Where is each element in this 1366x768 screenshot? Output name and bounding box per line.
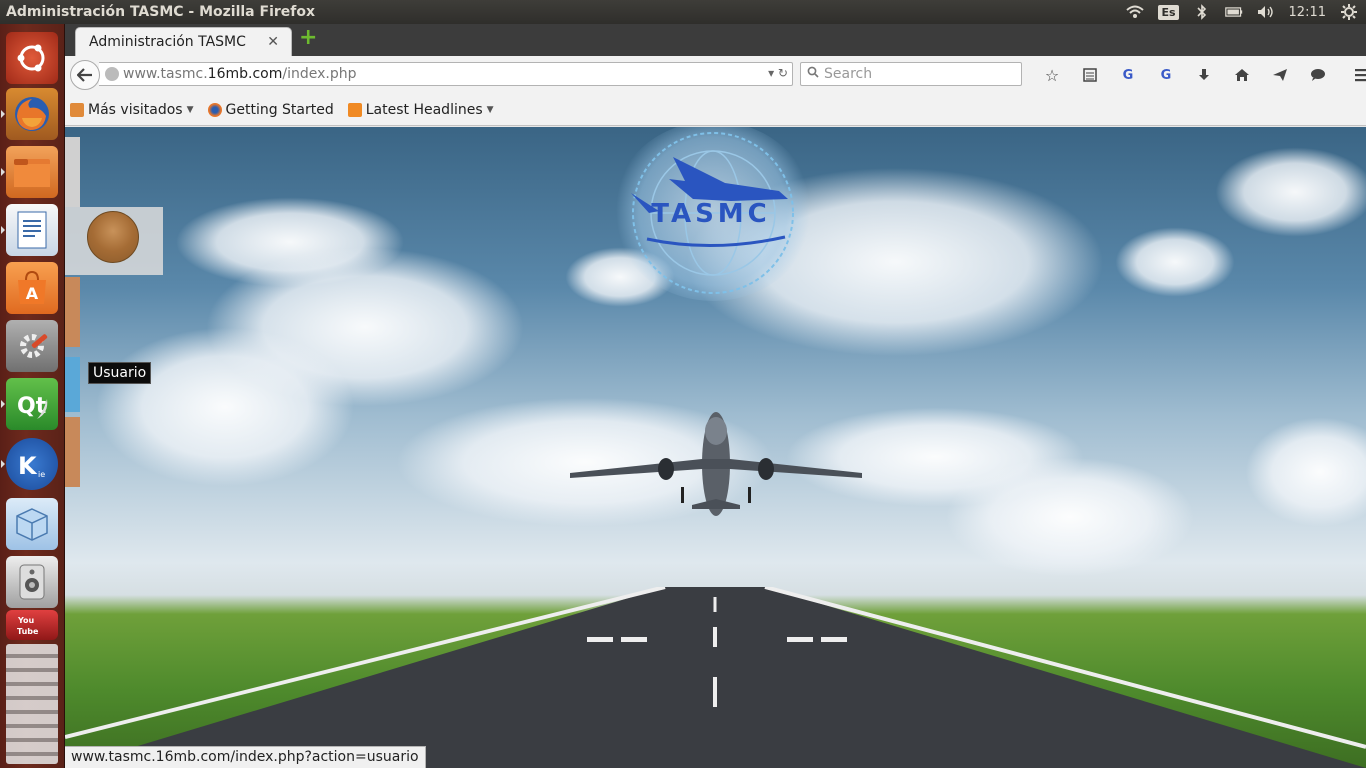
cloud: [95, 327, 355, 487]
svg-text:A: A: [26, 284, 39, 303]
bookmark-star-icon[interactable]: ☆: [1033, 62, 1071, 88]
bookmark-label: Getting Started: [225, 101, 334, 118]
settings-gear-icon[interactable]: [1340, 4, 1358, 20]
libreoffice-writer-icon[interactable]: [1, 204, 58, 256]
url-host-domain: 16mb.com: [207, 66, 283, 82]
bookmark-getting-started[interactable]: Getting Started: [207, 101, 334, 118]
folder-icon: [70, 102, 84, 117]
firefox-small-icon: [207, 102, 222, 117]
send-arrow-icon[interactable]: [1261, 62, 1299, 88]
svg-text:Tube: Tube: [17, 627, 39, 636]
komodo-edit-icon[interactable]: Kie: [1, 438, 58, 490]
indicator-area: Es 12:11: [1126, 0, 1358, 24]
user-menu-card[interactable]: [65, 207, 163, 275]
battery-icon[interactable]: [1224, 4, 1243, 20]
search-icon: [807, 66, 819, 82]
system-settings-icon[interactable]: [6, 320, 58, 372]
side-tab: [65, 417, 80, 487]
menu-hamburger-icon[interactable]: [1345, 62, 1366, 88]
home-icon[interactable]: [1223, 62, 1261, 88]
keyboard-layout-indicator[interactable]: Es: [1158, 4, 1179, 20]
top-panel: Administración TASMC - Mozilla Firefox E…: [0, 0, 1366, 24]
airplane: [570, 412, 862, 516]
search-placeholder: Search: [824, 66, 873, 82]
user-tooltip: Usuario: [88, 362, 152, 384]
files-icon[interactable]: [1, 146, 58, 198]
speaker-icon[interactable]: [6, 556, 58, 608]
google-translate-icon[interactable]: G: [1147, 62, 1185, 88]
dropdown-caret-icon: ▼: [186, 104, 194, 115]
runway: [65, 587, 1366, 768]
navigation-toolbar: www.tasmc. 16mb.com/index.php ▾ ↻ Search …: [65, 56, 1366, 94]
tab-administracion[interactable]: Administración TASMC ✕: [75, 27, 292, 56]
logo-text: TASMC: [651, 199, 771, 229]
url-dropdown-reload-icons[interactable]: ▾ ↻: [768, 66, 788, 80]
rss-feed-icon: [347, 102, 362, 117]
qt-creator-icon[interactable]: Qt: [1, 378, 58, 430]
tab-label: Administración TASMC: [89, 34, 246, 50]
page-side-tabs: [65, 127, 80, 487]
bookmarks-menu-icon[interactable]: [1071, 62, 1109, 88]
url-bar[interactable]: www.tasmc. 16mb.com/index.php ▾ ↻: [99, 62, 793, 86]
toolbar-icons: ☆ G G: [1033, 62, 1366, 88]
dash-home-icon[interactable]: [6, 32, 58, 84]
google-extension-icon[interactable]: G: [1109, 62, 1147, 88]
bluetooth-icon[interactable]: [1193, 4, 1211, 20]
svg-text:You: You: [17, 616, 35, 625]
cloud: [945, 457, 1195, 577]
side-tab: [65, 137, 80, 207]
svg-text:K: K: [18, 452, 38, 480]
cloud: [1215, 147, 1366, 237]
bookmarks-toolbar: Más visitados ▼ Getting Started Latest H…: [65, 94, 1366, 126]
window-title: Administración TASMC - Mozilla Firefox: [6, 4, 316, 20]
bookmark-latest-headlines[interactable]: Latest Headlines ▼: [347, 101, 494, 118]
download-icon[interactable]: [1185, 62, 1223, 88]
back-button[interactable]: [70, 60, 100, 90]
globe-icon: [105, 67, 119, 81]
software-center-icon[interactable]: A: [6, 262, 58, 314]
volume-icon[interactable]: [1257, 4, 1275, 20]
youtube-icon[interactable]: You Tube: [6, 610, 58, 640]
virtualbox-icon[interactable]: [6, 498, 58, 550]
clock[interactable]: 12:11: [1289, 5, 1326, 20]
wifi-icon[interactable]: [1126, 4, 1145, 20]
bookmark-label: Latest Headlines: [365, 101, 483, 118]
dropdown-caret-icon: ▼: [486, 104, 494, 115]
tab-close-icon[interactable]: ✕: [267, 34, 279, 50]
firefox-window: Administración TASMC ✕ + www.tasmc. 16mb.…: [65, 24, 1366, 768]
web-page-content: TASMC Usuario: [65, 127, 1366, 768]
user-avatar-icon[interactable]: [87, 211, 139, 263]
side-tab: [65, 357, 80, 412]
bookmark-label: Más visitados: [88, 101, 183, 118]
back-arrow-icon: [77, 68, 92, 82]
url-path: /index.php: [282, 66, 357, 82]
unity-launcher: A Qt Kie You Tube: [0, 24, 65, 768]
firefox-icon[interactable]: [1, 88, 58, 140]
tab-strip: Administración TASMC ✕ +: [65, 24, 1366, 56]
svg-text:ie: ie: [38, 470, 45, 479]
chat-icon[interactable]: [1299, 62, 1337, 88]
status-bar-link: www.tasmc.16mb.com/index.php?action=usua…: [65, 746, 426, 768]
cloud: [1245, 417, 1366, 527]
search-bar[interactable]: Search: [800, 62, 1022, 86]
url-host-prefix: www.tasmc.: [123, 66, 208, 82]
bookmark-mas-visitados[interactable]: Más visitados ▼: [70, 102, 194, 118]
side-tab: [65, 277, 80, 347]
tasmc-logo: TASMC: [613, 127, 813, 301]
launcher-stack-icons: [6, 644, 58, 764]
new-tab-plus-icon[interactable]: +: [299, 27, 317, 49]
cloud: [1115, 227, 1235, 297]
